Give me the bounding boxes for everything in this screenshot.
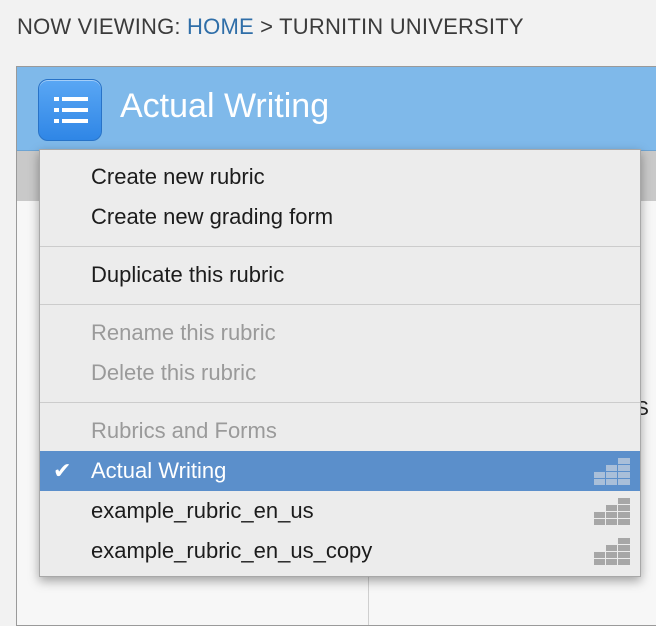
rubric-menu-button[interactable] — [38, 79, 102, 141]
menu-item-delete-rubric: Delete this rubric — [91, 360, 257, 385]
menu-item-create-new-grading-form[interactable]: Create new grading form — [40, 197, 640, 237]
menu-item-duplicate-rubric[interactable]: Duplicate this rubric — [40, 255, 640, 295]
grid-icon — [594, 538, 630, 565]
menu-item-rubric-example-rubric-en-us-copy[interactable]: example_rubric_en_us_copy — [40, 531, 640, 571]
breadcrumb-prefix: NOW VIEWING: — [17, 14, 188, 39]
rubric-label: Actual Writing — [91, 458, 227, 483]
grid-icon — [594, 498, 630, 525]
list-icon — [54, 97, 88, 123]
rubric-dropdown-menu: Create new rubric Create new grading for… — [39, 149, 641, 577]
menu-item-rubric-actual-writing[interactable]: ✔ Actual Writing — [40, 451, 640, 491]
breadcrumb-separator: > — [253, 14, 280, 39]
menu-item-rubric-example-rubric-en-us[interactable]: example_rubric_en_us — [40, 491, 640, 531]
menu-section-rubrics-and-forms: Rubrics and Forms — [91, 418, 277, 443]
menu-item-create-new-rubric[interactable]: Create new rubric — [40, 157, 640, 197]
menu-divider — [40, 402, 640, 403]
menu-item-rename-rubric: Rename this rubric — [91, 320, 276, 345]
breadcrumb-current: TURNITIN UNIVERSITY — [279, 14, 524, 39]
menu-divider — [40, 304, 640, 305]
menu-divider — [40, 246, 640, 247]
panel-title: Actual Writing — [120, 87, 330, 125]
panel-header: Actual Writing — [17, 67, 656, 151]
rubric-label: example_rubric_en_us — [91, 498, 314, 523]
breadcrumb: NOW VIEWING: HOME > TURNITIN UNIVERSITY — [17, 14, 524, 40]
checkmark-icon: ✔ — [53, 458, 72, 483]
grid-icon — [594, 458, 630, 485]
breadcrumb-home-link[interactable]: HOME — [187, 14, 254, 39]
rubric-label: example_rubric_en_us_copy — [91, 538, 373, 563]
